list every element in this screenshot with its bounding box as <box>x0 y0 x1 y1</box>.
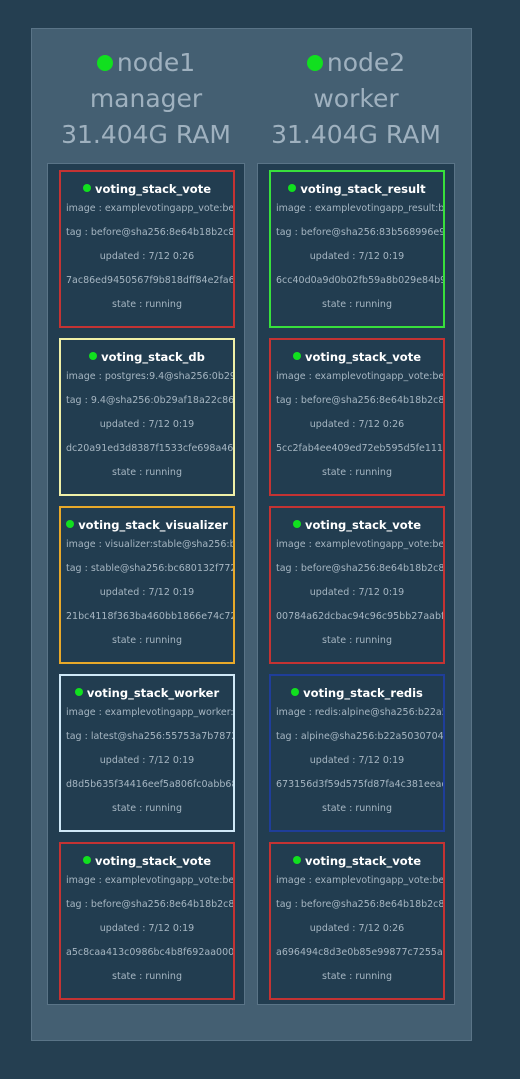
task-tag: tag : before@sha256:8e64b18b2c87de <box>276 899 443 910</box>
task-id: dc20a91ed3d8387f1533cfe698a4635 <box>66 443 233 454</box>
task-id: 7ac86ed9450567f9b818dff84e2fa6f8 <box>66 275 233 286</box>
task-state: state : running <box>112 635 182 646</box>
task-card[interactable]: voting_stack_vote image : examplevotinga… <box>269 506 445 664</box>
task-updated: updated : 7/12 0:26 <box>309 923 405 934</box>
task-name: voting_stack_redis <box>303 686 423 700</box>
task-list: voting_stack_vote image : examplevotinga… <box>47 163 245 1005</box>
task-tag: tag : latest@sha256:55753a7b7872d <box>66 731 233 742</box>
task-id: d8d5b635f34416eef5a806fc0abb6865 <box>66 779 233 790</box>
task-image: image : examplevotingapp_result:before@s… <box>276 203 443 214</box>
task-tag: tag : alpine@sha256:b22a5030704ef <box>276 731 443 742</box>
task-state: state : running <box>322 635 392 646</box>
task-card[interactable]: voting_stack_visualizer image : visualiz… <box>59 506 235 664</box>
task-tag: tag : before@sha256:8e64b18b2c87de <box>276 563 443 574</box>
swarm-visualizer: node1 manager 31.404G RAM voting_stack_v… <box>31 28 472 1041</box>
node-name-row: node1 <box>47 45 245 81</box>
status-dot-icon <box>292 856 301 864</box>
task-state: state : running <box>322 971 392 982</box>
task-name: voting_stack_db <box>101 350 205 364</box>
task-card[interactable]: voting_stack_redis image : redis:alpine@… <box>269 674 445 832</box>
task-updated: updated : 7/12 0:19 <box>309 251 405 262</box>
task-card[interactable]: voting_stack_vote image : examplevotinga… <box>59 170 235 328</box>
task-state: state : running <box>112 971 182 982</box>
node-name: node1 <box>116 48 196 77</box>
task-image: image : postgres:9.4@sha256:0b29af18a22c… <box>66 371 233 382</box>
task-image: image : examplevotingapp_worker:latest@s… <box>66 707 233 718</box>
task-name: voting_stack_vote <box>304 350 422 364</box>
task-name: voting_stack_visualizer <box>78 518 228 532</box>
task-tag: tag : stable@sha256:bc680132f772c <box>66 563 233 574</box>
task-id: 5cc2fab4ee409ed72eb595d5fe111b5 <box>276 443 443 454</box>
status-dot-icon <box>74 688 83 696</box>
task-id: a696494c8d3e0b85e99877c7255a94 <box>276 947 443 958</box>
node-name-row: node2 <box>257 45 455 81</box>
task-name: voting_stack_worker <box>86 686 220 700</box>
status-dot-icon <box>292 520 301 528</box>
task-card[interactable]: voting_stack_vote image : examplevotinga… <box>59 842 235 1000</box>
task-name: voting_stack_result <box>300 182 426 196</box>
task-tag: tag : before@sha256:83b568996e93 <box>276 227 443 238</box>
node-header: node2 worker 31.404G RAM <box>257 29 455 159</box>
node-ram: 31.404G RAM <box>271 120 441 149</box>
status-dot-icon <box>292 352 301 360</box>
task-tag: tag : before@sha256:8e64b18b2c87de <box>66 227 233 238</box>
task-card[interactable]: voting_stack_vote image : examplevotinga… <box>269 842 445 1000</box>
task-state: state : running <box>112 299 182 310</box>
task-card[interactable]: voting_stack_worker image : examplevotin… <box>59 674 235 832</box>
task-image: image : redis:alpine@sha256:b22a5030704e <box>276 707 443 718</box>
status-dot-icon <box>66 520 75 528</box>
task-name: voting_stack_vote <box>94 182 212 196</box>
task-name: voting_stack_vote <box>304 518 422 532</box>
task-card[interactable]: voting_stack_result image : examplevotin… <box>269 170 445 328</box>
task-name: voting_stack_vote <box>94 854 212 868</box>
status-dot-icon <box>288 184 297 192</box>
task-updated: updated : 7/12 0:19 <box>309 587 405 598</box>
task-image: image : examplevotingapp_vote:before@sha… <box>276 371 443 382</box>
task-image: image : examplevotingapp_vote:before@sha… <box>276 539 443 550</box>
task-card[interactable]: voting_stack_vote image : examplevotinga… <box>269 338 445 496</box>
task-state: state : running <box>112 803 182 814</box>
node-ram: 31.404G RAM <box>61 120 231 149</box>
task-tag: tag : before@sha256:8e64b18b2c87de <box>66 899 233 910</box>
task-state: state : running <box>322 299 392 310</box>
task-updated: updated : 7/12 0:26 <box>309 419 405 430</box>
task-id: 6cc40d0a9d0b02fb59a8b029e84b91 <box>276 275 443 286</box>
node-header: node1 manager 31.404G RAM <box>47 29 245 159</box>
status-dot-icon <box>89 352 98 360</box>
task-image: image : examplevotingapp_vote:before@sha… <box>66 203 233 214</box>
node-name: node2 <box>326 48 406 77</box>
task-state: state : running <box>322 803 392 814</box>
task-list: voting_stack_result image : examplevotin… <box>257 163 455 1005</box>
task-updated: updated : 7/12 0:19 <box>309 755 405 766</box>
task-updated: updated : 7/12 0:19 <box>99 587 195 598</box>
task-updated: updated : 7/12 0:19 <box>99 419 195 430</box>
task-state: state : running <box>112 467 182 478</box>
task-updated: updated : 7/12 0:19 <box>99 923 195 934</box>
task-updated: updated : 7/12 0:19 <box>99 755 195 766</box>
task-tag: tag : 9.4@sha256:0b29af18a22c865a <box>66 395 233 406</box>
status-dot-icon <box>82 856 91 864</box>
node-role: worker <box>313 84 399 113</box>
task-id: 00784a62dcbac94c96c95bb27aabfa6 <box>276 611 443 622</box>
status-dot-icon <box>96 55 113 71</box>
task-card[interactable]: voting_stack_db image : postgres:9.4@sha… <box>59 338 235 496</box>
task-image: image : visualizer:stable@sha256:bc68013… <box>66 539 233 550</box>
task-image: image : examplevotingapp_vote:before@sha… <box>276 875 443 886</box>
task-image: image : examplevotingapp_vote:before@sha… <box>66 875 233 886</box>
task-state: state : running <box>322 467 392 478</box>
status-dot-icon <box>291 688 300 696</box>
status-dot-icon <box>82 184 91 192</box>
task-id: 673156d3f59d575fd87fa4c381eeada <box>276 779 443 790</box>
status-dot-icon <box>306 55 323 71</box>
task-id: 21bc4118f363ba460bb1866e74c72ac <box>66 611 233 622</box>
task-updated: updated : 7/12 0:26 <box>99 251 195 262</box>
task-tag: tag : before@sha256:8e64b18b2c87de <box>276 395 443 406</box>
task-name: voting_stack_vote <box>304 854 422 868</box>
node-role: manager <box>89 84 203 113</box>
task-id: a5c8caa413c0986bc4b8f692aa000e0 <box>66 947 233 958</box>
